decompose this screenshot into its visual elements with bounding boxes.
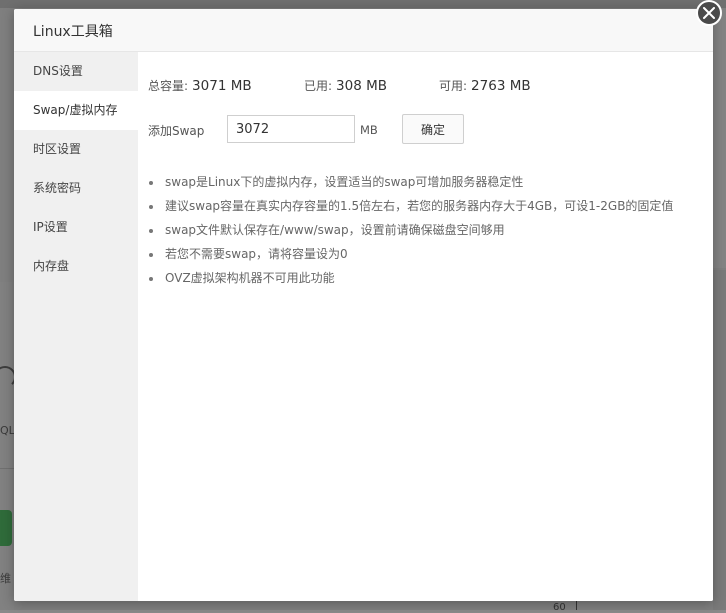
sidebar-item-label: 内存盘 — [33, 259, 70, 273]
total-capacity: 总容量: 3071 MB — [148, 77, 252, 94]
total-value: 3071 MB — [192, 78, 252, 94]
sidebar-item-label: 时区设置 — [33, 142, 82, 156]
swap-size-input[interactable] — [227, 115, 355, 143]
chart-tick-label: 60 — [553, 602, 566, 613]
sidebar-item-label: Swap/虚拟内存 — [33, 103, 118, 117]
background-divider — [0, 468, 14, 469]
list-item: OVZ虚拟架构机器不可用此功能 — [148, 266, 673, 290]
background-panel — [713, 10, 726, 268]
sidebar-item-ip[interactable]: IP设置 — [14, 208, 138, 247]
swap-tips-list: swap是Linux下的虚拟内存，设置适当的swap可增加服务器稳定性 建议sw… — [148, 170, 673, 290]
used-label: 已用: — [304, 79, 333, 93]
background-label: QL — [0, 424, 15, 437]
confirm-button[interactable]: 确定 — [402, 114, 464, 144]
close-button[interactable] — [696, 0, 722, 26]
total-label: 总容量: — [148, 79, 189, 93]
linux-toolbox-dialog: Linux工具箱 DNS设置 Swap/虚拟内存 时区设置 系统密码 IP设置 … — [14, 9, 713, 601]
free-capacity: 可用: 2763 MB — [439, 77, 531, 94]
sidebar-item-dns[interactable]: DNS设置 — [14, 52, 138, 91]
swap-panel: 总容量: 3071 MB 已用: 308 MB 可用: 2763 MB 添加Swap … — [138, 52, 713, 601]
used-capacity: 已用: 308 MB — [304, 77, 387, 94]
sidebar-item-ramdisk[interactable]: 内存盘 — [14, 247, 138, 286]
toolbox-sidebar: DNS设置 Swap/虚拟内存 时区设置 系统密码 IP设置 内存盘 — [14, 52, 138, 601]
close-icon — [703, 7, 715, 19]
dialog-header: Linux工具箱 — [14, 9, 713, 52]
sidebar-item-swap[interactable]: Swap/虚拟内存 — [14, 91, 138, 130]
list-item: swap是Linux下的虚拟内存，设置适当的swap可增加服务器稳定性 — [148, 170, 673, 194]
chart-axis — [576, 600, 577, 610]
sidebar-item-password[interactable]: 系统密码 — [14, 169, 138, 208]
background-topbar — [0, 0, 726, 8]
background-strip — [713, 270, 726, 610]
sidebar-item-label: DNS设置 — [33, 64, 83, 78]
free-value: 2763 MB — [471, 78, 531, 94]
unit-label: MB — [360, 123, 378, 137]
used-value: 308 MB — [336, 78, 388, 94]
sidebar-item-timezone[interactable]: 时区设置 — [14, 130, 138, 169]
list-item: 若您不需要swap，请将容量设为0 — [148, 242, 673, 266]
add-swap-label: 添加Swap — [148, 124, 205, 138]
background-label: 维 — [0, 572, 11, 585]
list-item: 建议swap容量在真实内存容量的1.5倍左右，若您的服务器内存大于4GB，可设1… — [148, 194, 673, 218]
list-item: swap文件默认保存在/www/swap，设置前请确保磁盘空间够用 — [148, 218, 673, 242]
background-card — [0, 282, 14, 610]
dialog-title: Linux工具箱 — [33, 24, 113, 40]
free-label: 可用: — [439, 79, 468, 93]
sidebar-item-label: IP设置 — [33, 220, 68, 234]
app-icon — [0, 510, 12, 546]
sidebar-item-label: 系统密码 — [33, 181, 82, 195]
